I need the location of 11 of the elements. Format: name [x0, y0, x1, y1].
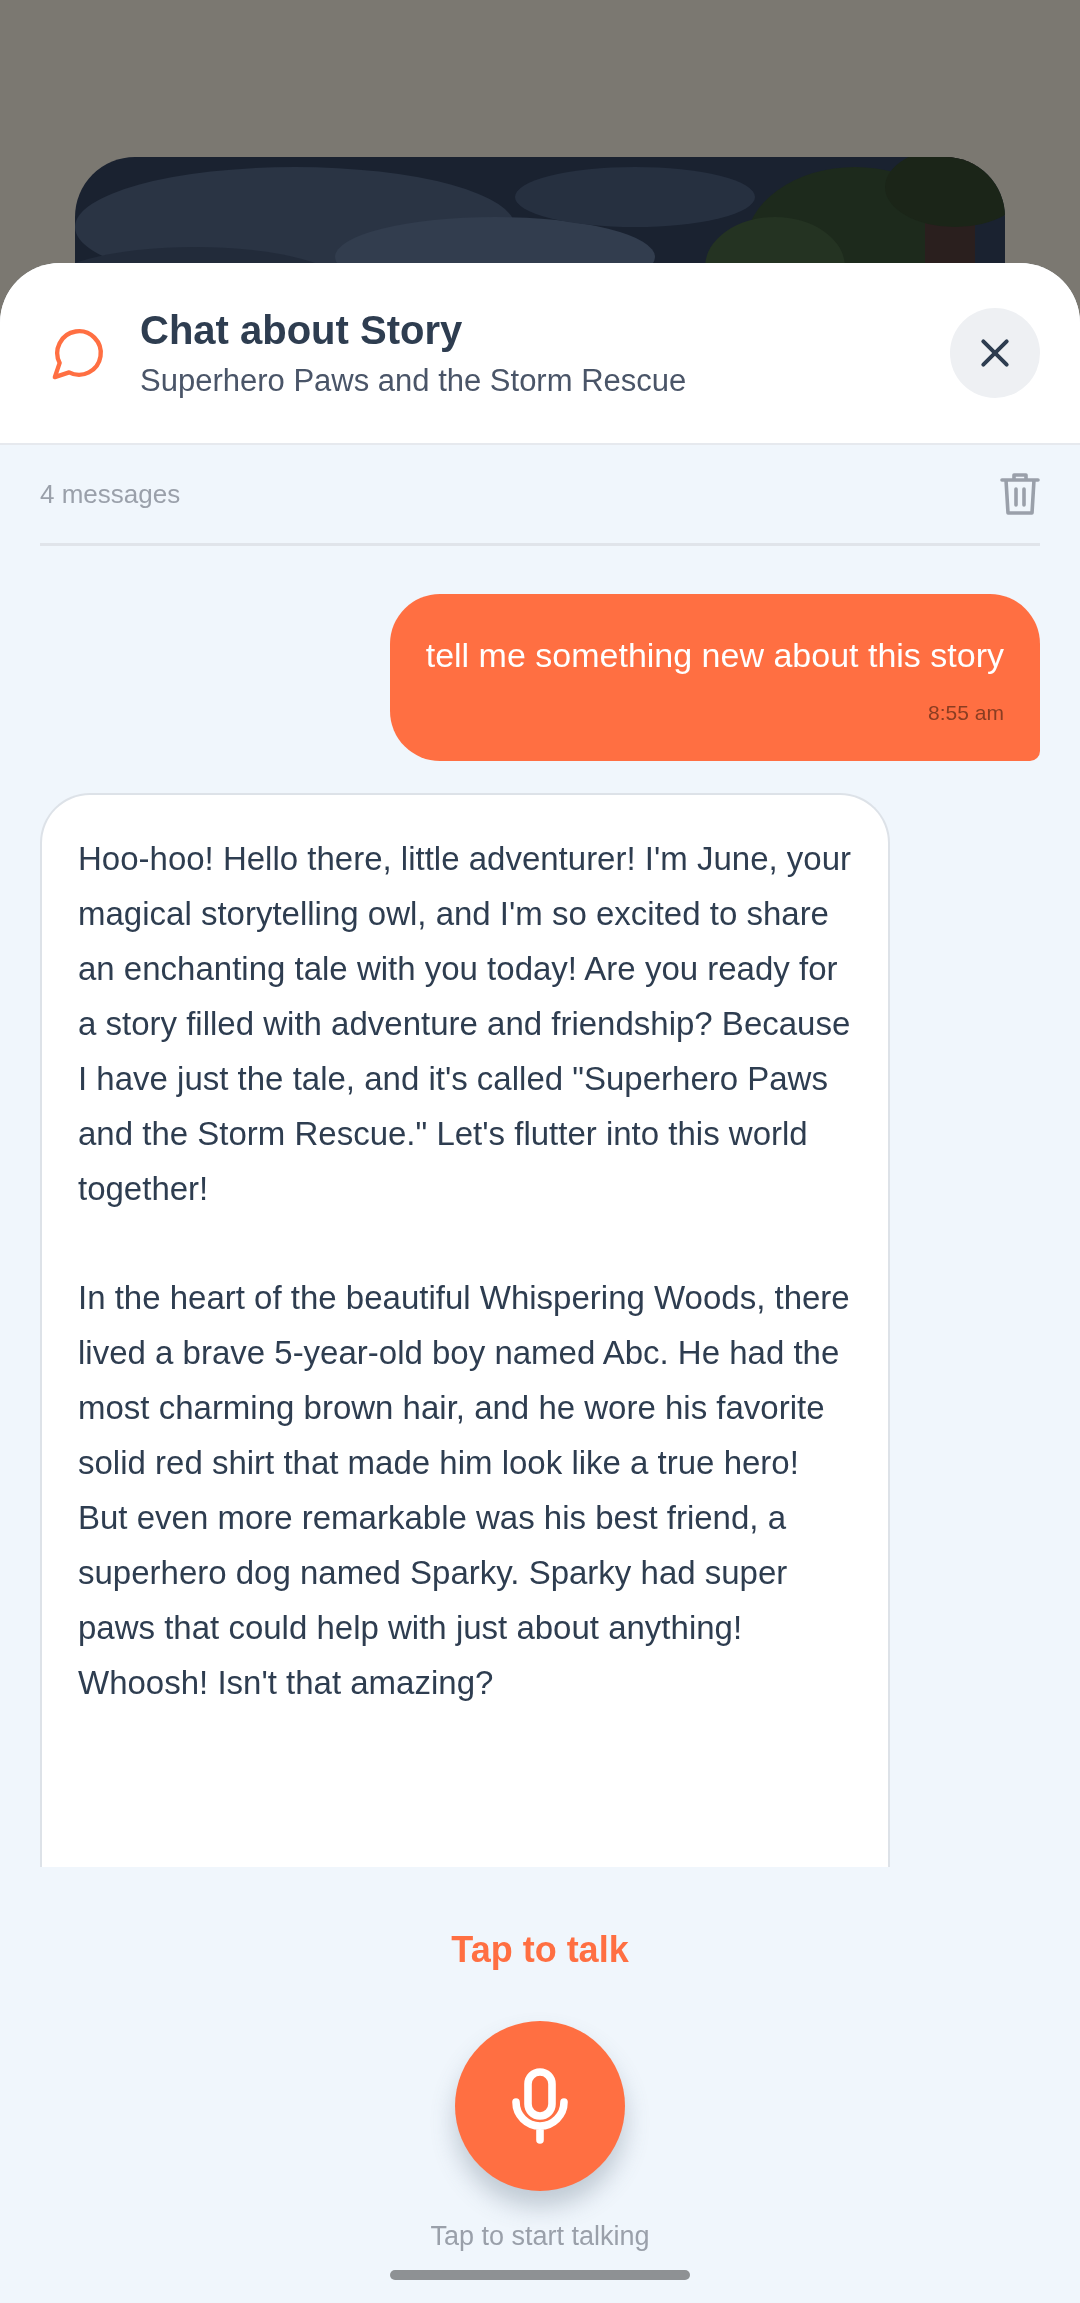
message-text: tell me something new about this story — [425, 636, 1004, 675]
hint-text: Tap to start talking — [430, 2221, 650, 2252]
story-subtitle: Superhero Paws and the Storm Rescue — [140, 362, 688, 399]
tap-to-talk-label: Tap to talk — [451, 1929, 629, 1971]
message-paragraph: In the heart of the beautiful Whispering Woods, there lived a brave 5-year-old boy named Abc. He had the most charming brown hair, and he wore his favorite solid red shirt that made him look like a true hero! But even more remarkable was his best friend, a superhero dog named Sparky. Sparky had super paws that could help with just about anything! Whoosh! Isn't that amazing? — [78, 1278, 851, 1703]
message-time: 8:55 am — [928, 701, 1004, 725]
microphone-icon — [512, 2068, 568, 2144]
trash-icon[interactable] — [1000, 472, 1040, 516]
message-count: 4 messages — [40, 478, 181, 510]
sheet-title: Chat about Story — [140, 307, 464, 353]
message-paragraph: Hoo-hoo! Hello there, little adventurer! I'm June, your magical storytelling owl, and I'm so excited to share an enchanting tale with you today! Are you ready for a story filled with adventure and friendship? Because I have just the tale, and it's called "Superhero Paws and the Storm Rescue." Let's flutter into this world together! — [78, 839, 852, 1209]
